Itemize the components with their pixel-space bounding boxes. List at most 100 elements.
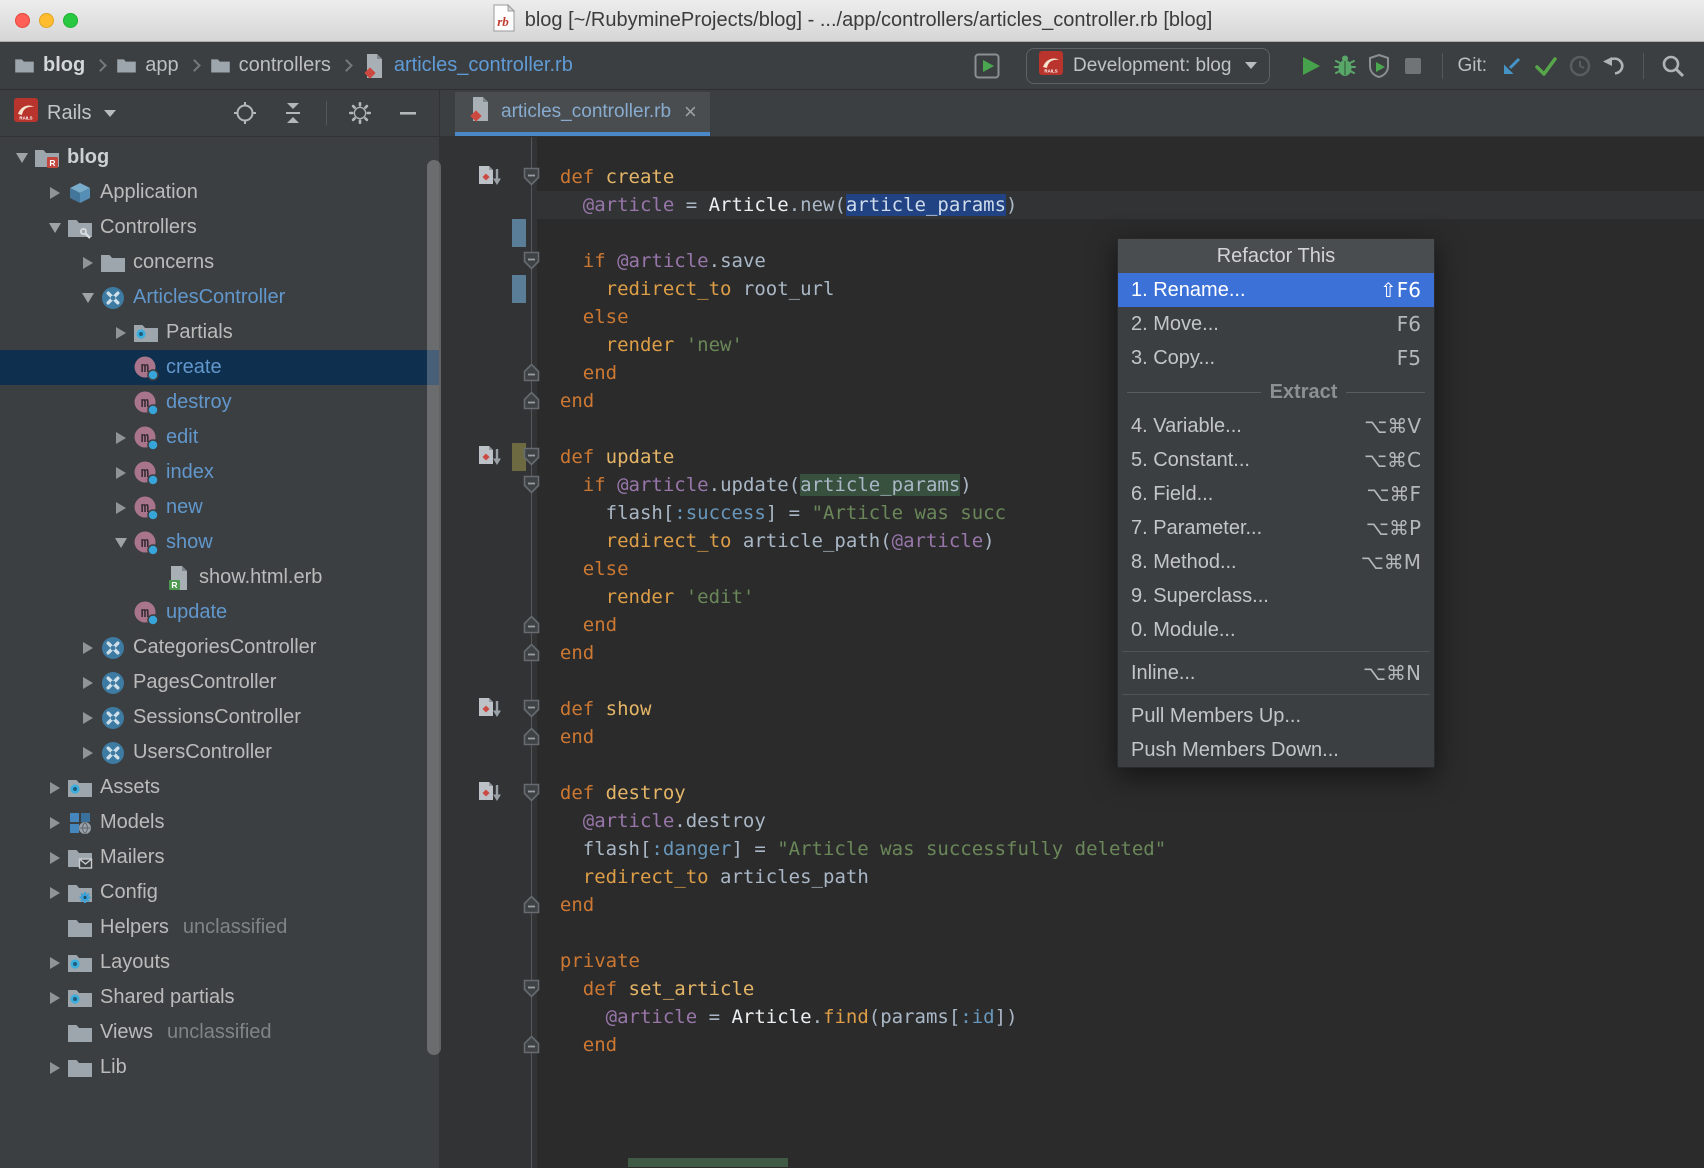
menu-item-2-move[interactable]: 2. Move...F6: [1118, 307, 1434, 341]
chevron-collapsed-icon[interactable]: [76, 712, 100, 724]
chevron-collapsed-icon[interactable]: [43, 957, 67, 969]
history-icon[interactable]: [1563, 49, 1597, 83]
tab-articles-controller[interactable]: articles_controller.rb ×: [455, 92, 710, 136]
fold-down-icon[interactable]: [523, 979, 540, 1003]
run-in-frame-icon[interactable]: [970, 49, 1004, 83]
tree-item-index[interactable]: mindex: [0, 455, 439, 490]
breadcrumb-item-blog[interactable]: blog: [14, 54, 85, 77]
tree-item-destroy[interactable]: mdestroy: [0, 385, 439, 420]
code-line[interactable]: [537, 919, 1704, 947]
menu-item-5-constant[interactable]: 5. Constant...⌥⌘C: [1118, 443, 1434, 477]
update-project-icon[interactable]: [1495, 49, 1529, 83]
tree-item-show-html-erb[interactable]: Rshow.html.erb: [0, 560, 439, 595]
tree-item-mailers[interactable]: Mailers: [0, 840, 439, 875]
breadcrumb-item-articles-controller-rb[interactable]: articles_controller.rb: [362, 53, 573, 79]
chevron-expanded-icon[interactable]: [43, 223, 67, 233]
chevron-expanded-icon[interactable]: [10, 153, 34, 163]
chevron-collapsed-icon[interactable]: [43, 187, 67, 199]
tree-item-layouts[interactable]: Layouts: [0, 945, 439, 980]
code-line[interactable]: def set_article: [537, 975, 1704, 1003]
tool-window-view-selector[interactable]: RAILS Rails: [14, 98, 116, 128]
tree-item-views[interactable]: Viewsunclassified: [0, 1015, 439, 1050]
tree-item-sessionscontroller[interactable]: SessionsController: [0, 700, 439, 735]
hide-icon[interactable]: [391, 96, 425, 130]
menu-item-0-module[interactable]: 0. Module...: [1118, 613, 1434, 647]
menu-item-9-superclass[interactable]: 9. Superclass...: [1118, 579, 1434, 613]
fold-up-icon[interactable]: [523, 391, 540, 415]
settings-icon[interactable]: [343, 96, 377, 130]
tree-item-helpers[interactable]: Helpersunclassified: [0, 910, 439, 945]
menu-item-pull-members-up[interactable]: Pull Members Up...: [1118, 699, 1434, 733]
chevron-collapsed-icon[interactable]: [43, 887, 67, 899]
stop-icon[interactable]: [1396, 49, 1430, 83]
tree-item-update[interactable]: mupdate: [0, 595, 439, 630]
tree-item-pagescontroller[interactable]: PagesController: [0, 665, 439, 700]
chevron-collapsed-icon[interactable]: [109, 502, 133, 514]
tree-item-edit[interactable]: medit: [0, 420, 439, 455]
collapse-all-icon[interactable]: [276, 96, 310, 130]
chevron-collapsed-icon[interactable]: [43, 782, 67, 794]
coverage-icon[interactable]: [1362, 49, 1396, 83]
code-line[interactable]: flash[:danger] = "Article was successful…: [537, 835, 1704, 863]
commit-icon[interactable]: [1529, 49, 1563, 83]
fold-down-icon[interactable]: [523, 699, 540, 723]
fold-up-icon[interactable]: [523, 895, 540, 919]
breadcrumb-item-controllers[interactable]: controllers: [210, 54, 331, 77]
code-line[interactable]: def create: [537, 163, 1704, 191]
tree-item-userscontroller[interactable]: UsersController: [0, 735, 439, 770]
breadcrumb-item-app[interactable]: app: [116, 54, 178, 77]
code-line[interactable]: @article = Article.find(params[:id]): [537, 1003, 1704, 1031]
fold-down-icon[interactable]: [523, 783, 540, 807]
rails-action-gutter-icon[interactable]: [476, 164, 502, 195]
locate-icon[interactable]: [228, 96, 262, 130]
chevron-collapsed-icon[interactable]: [43, 817, 67, 829]
tree-item-shared-partials[interactable]: Shared partials: [0, 980, 439, 1015]
fold-up-icon[interactable]: [523, 615, 540, 639]
rollback-icon[interactable]: [1597, 49, 1631, 83]
rails-action-gutter-icon[interactable]: [476, 696, 502, 727]
chevron-collapsed-icon[interactable]: [76, 642, 100, 654]
menu-item-3-copy[interactable]: 3. Copy...F5: [1118, 341, 1434, 375]
rails-action-gutter-icon[interactable]: [476, 780, 502, 811]
code-line[interactable]: end: [537, 891, 1704, 919]
rails-action-gutter-icon[interactable]: [476, 444, 502, 475]
code-line[interactable]: private: [537, 947, 1704, 975]
run-configuration-selector[interactable]: RAILS Development: blog: [1026, 48, 1270, 84]
menu-item-push-members-down[interactable]: Push Members Down...: [1118, 733, 1434, 767]
chevron-collapsed-icon[interactable]: [43, 852, 67, 864]
menu-item-4-variable[interactable]: 4. Variable...⌥⌘V: [1118, 409, 1434, 443]
fold-down-icon[interactable]: [523, 251, 540, 275]
editor-body[interactable]: def create @article = Article.new(articl…: [440, 137, 1704, 1168]
tree-item-show[interactable]: mshow: [0, 525, 439, 560]
tree-item-articlescontroller[interactable]: ArticlesController: [0, 280, 439, 315]
sidebar-scrollbar[interactable]: [427, 160, 441, 1055]
chevron-collapsed-icon[interactable]: [76, 257, 100, 269]
code-line[interactable]: end: [537, 1031, 1704, 1059]
menu-item-8-method[interactable]: 8. Method...⌥⌘M: [1118, 545, 1434, 579]
tree-item-models[interactable]: Models: [0, 805, 439, 840]
debug-icon[interactable]: [1328, 49, 1362, 83]
fold-down-icon[interactable]: [523, 447, 540, 471]
tree-item-categoriescontroller[interactable]: CategoriesController: [0, 630, 439, 665]
close-icon[interactable]: ×: [684, 101, 697, 123]
chevron-collapsed-icon[interactable]: [109, 327, 133, 339]
tree-item-create[interactable]: mcreate: [0, 350, 439, 385]
menu-item-inline[interactable]: Inline...⌥⌘N: [1118, 656, 1434, 690]
code-line[interactable]: @article = Article.new(article_params): [537, 191, 1704, 219]
chevron-collapsed-icon[interactable]: [109, 467, 133, 479]
tree-item-controllers[interactable]: Controllers: [0, 210, 439, 245]
tree-item-config[interactable]: Config: [0, 875, 439, 910]
menu-item-7-parameter[interactable]: 7. Parameter...⌥⌘P: [1118, 511, 1434, 545]
run-icon[interactable]: [1294, 49, 1328, 83]
fold-down-icon[interactable]: [523, 475, 540, 499]
chevron-collapsed-icon[interactable]: [76, 747, 100, 759]
tree-item-new[interactable]: mnew: [0, 490, 439, 525]
menu-item-6-field[interactable]: 6. Field...⌥⌘F: [1118, 477, 1434, 511]
minimize-window-button[interactable]: [39, 13, 54, 28]
code-line[interactable]: redirect_to articles_path: [537, 863, 1704, 891]
chevron-collapsed-icon[interactable]: [76, 677, 100, 689]
chevron-expanded-icon[interactable]: [109, 538, 133, 548]
search-icon[interactable]: [1656, 49, 1690, 83]
chevron-expanded-icon[interactable]: [76, 293, 100, 303]
fold-up-icon[interactable]: [523, 643, 540, 667]
